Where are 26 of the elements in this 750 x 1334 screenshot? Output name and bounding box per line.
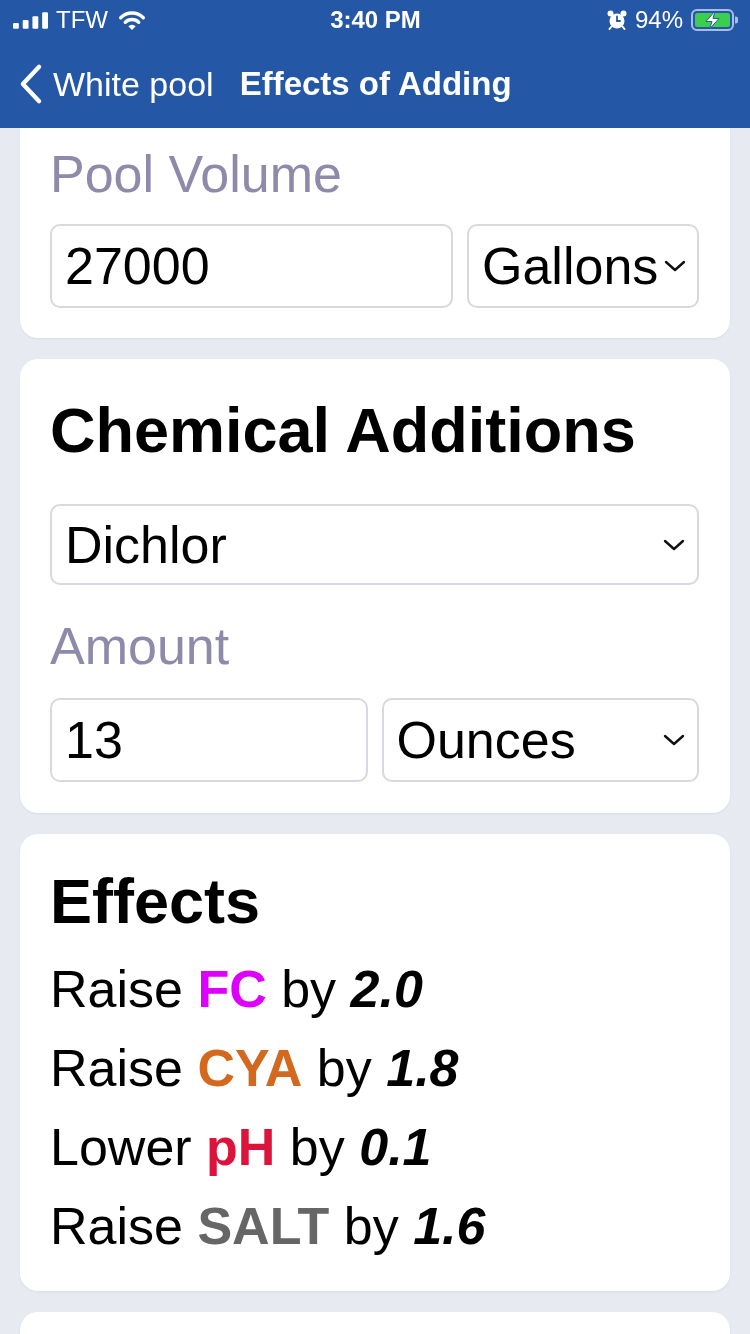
effect-text: Raise SALT by 1.6 xyxy=(50,1196,486,1257)
battery-percentage: 94% xyxy=(634,6,683,34)
section-heading: Chemical Additions xyxy=(50,394,636,467)
status-time: 3:40 PM xyxy=(330,6,421,34)
section-heading: Effects xyxy=(50,865,261,938)
chemical-select[interactable]: Dichlor xyxy=(50,504,699,585)
amount-input[interactable]: 13 xyxy=(50,698,368,782)
chevron-down-icon xyxy=(663,734,685,746)
chevron-left-icon xyxy=(18,63,43,105)
battery-charging-icon xyxy=(691,9,738,31)
chevron-down-icon xyxy=(664,260,687,272)
effect-text: Raise FC by 2.0 xyxy=(50,959,423,1020)
field-label: Pool Volume xyxy=(50,144,342,205)
unit-select[interactable]: Ounces xyxy=(381,698,699,782)
volume-input[interactable]: 27000 xyxy=(50,224,453,308)
signal-bars-icon xyxy=(13,11,48,29)
field-label: Amount xyxy=(50,616,230,677)
chevron-down-icon xyxy=(663,538,685,551)
carrier-name: TFW xyxy=(56,6,108,34)
nav-title: Effects of Adding xyxy=(239,65,512,103)
wifi-icon xyxy=(118,9,146,31)
alarm-clock-icon xyxy=(606,10,627,30)
back-button[interactable]: White pool xyxy=(18,63,214,105)
effect-text: Lower pH by 0.1 xyxy=(50,1117,432,1178)
unit-select[interactable]: Gallons xyxy=(467,224,699,308)
effect-text: Raise CYA by 1.8 xyxy=(50,1038,459,1099)
